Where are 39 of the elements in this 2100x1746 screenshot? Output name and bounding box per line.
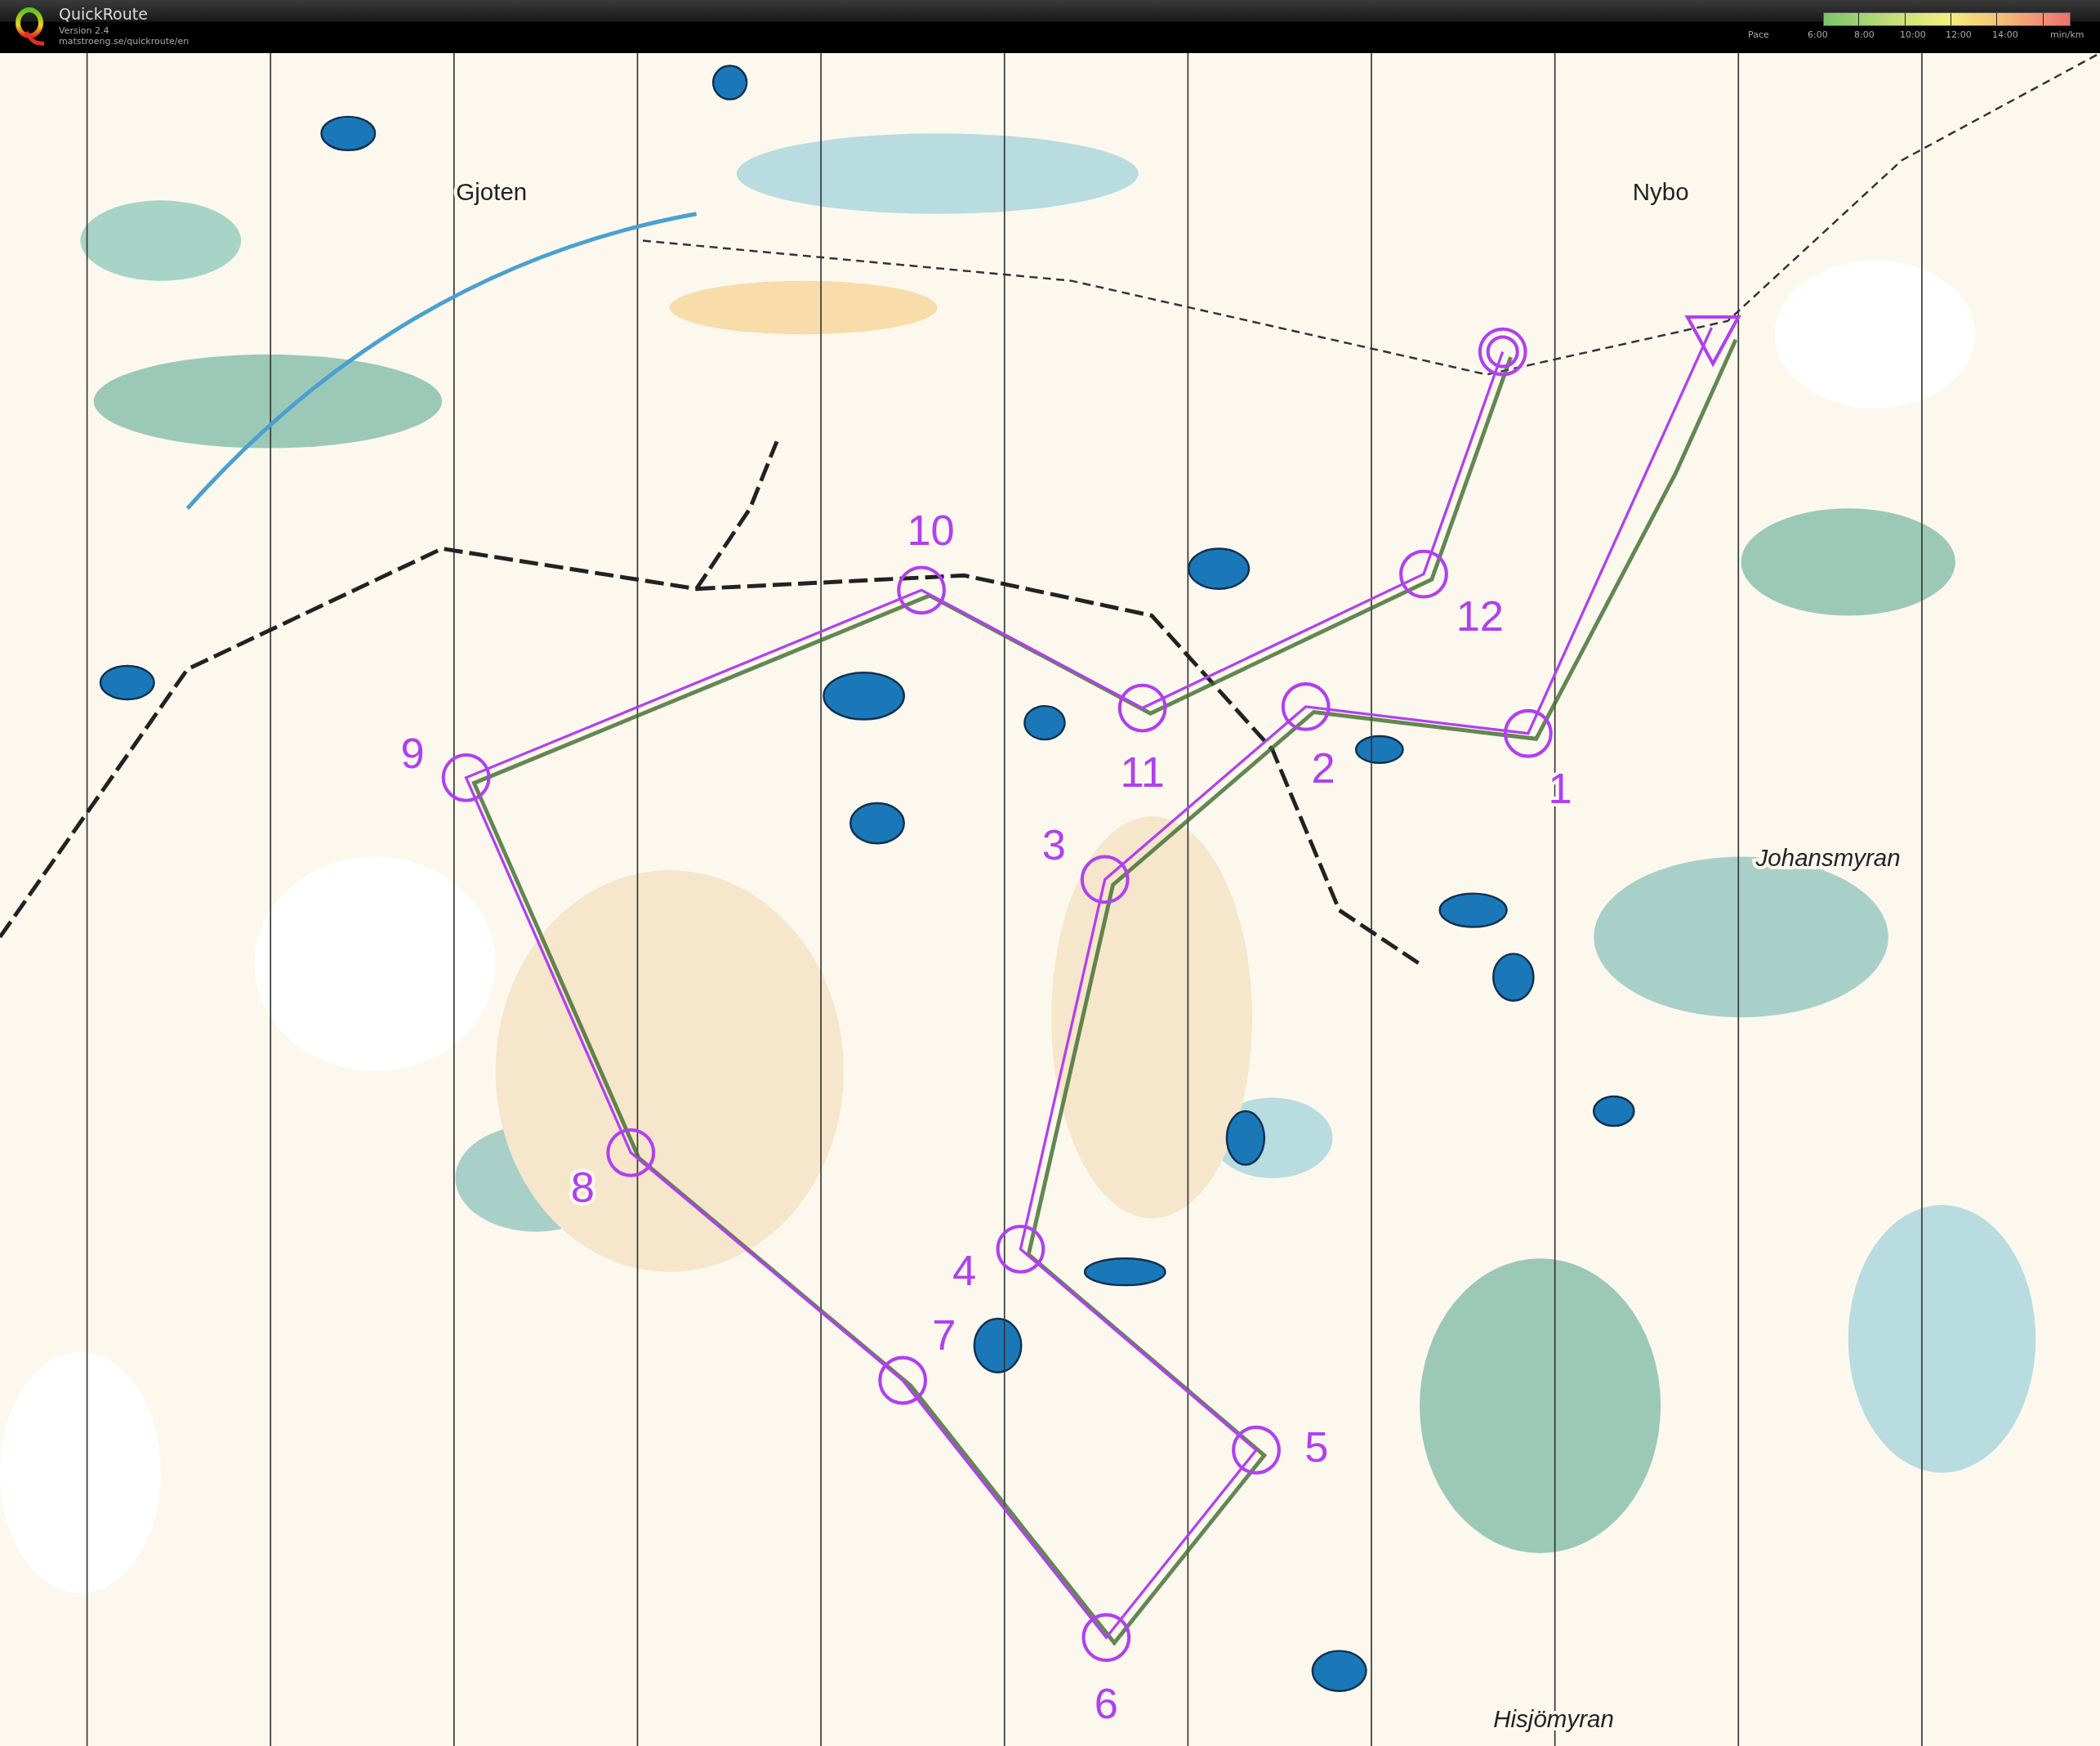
- control-number: 10: [907, 506, 955, 554]
- pace-tick-label: 12:00: [1946, 29, 1972, 40]
- website-url: matstroeng.se/quickroute/en: [59, 36, 189, 47]
- place-name: Gjoten: [456, 178, 528, 206]
- control-circle: [1081, 1613, 1131, 1663]
- control-number: 7: [932, 1311, 956, 1359]
- control-number: 12: [1456, 592, 1504, 640]
- control-number: 11: [1120, 748, 1165, 797]
- control-circle: [878, 1355, 928, 1405]
- control-number: 2: [1311, 744, 1335, 793]
- control-number: 4: [952, 1247, 977, 1295]
- pace-tick-label: 10:00: [1900, 29, 1926, 40]
- control-circle: [606, 1128, 656, 1177]
- control-number: 3: [1041, 820, 1066, 869]
- control-number: 6: [1094, 1679, 1118, 1727]
- control-number: 9: [400, 730, 425, 778]
- control-number: 8: [570, 1163, 595, 1212]
- pace-tick-label: 14:00: [1992, 29, 2018, 40]
- pace-label: Pace: [1748, 29, 1769, 40]
- start-triangle: [1684, 315, 1741, 368]
- place-name: Nybo: [1632, 178, 1689, 206]
- control-circle: [1080, 855, 1130, 904]
- control-number: 5: [1304, 1423, 1329, 1471]
- control-circle: [1281, 682, 1331, 731]
- control-circle: [441, 752, 491, 802]
- q-logo-icon: [13, 7, 46, 47]
- pace-tick-label: 6:00: [1808, 29, 1828, 40]
- place-name: Johansmyran: [1755, 844, 1901, 871]
- pace-tick-label: 8:00: [1854, 29, 1875, 40]
- control-circle: [1399, 549, 1448, 599]
- control-circle: [1117, 683, 1167, 733]
- control-circle: [996, 1224, 1046, 1274]
- app-name: QuickRoute: [59, 6, 149, 22]
- control-circle: [1503, 708, 1553, 758]
- control-circle: [1232, 1425, 1281, 1475]
- pace-unit: min/km: [2050, 29, 2084, 40]
- finish-circle: [1478, 327, 1527, 377]
- version-text: Version 2.4: [59, 25, 110, 36]
- control-circle: [897, 565, 946, 615]
